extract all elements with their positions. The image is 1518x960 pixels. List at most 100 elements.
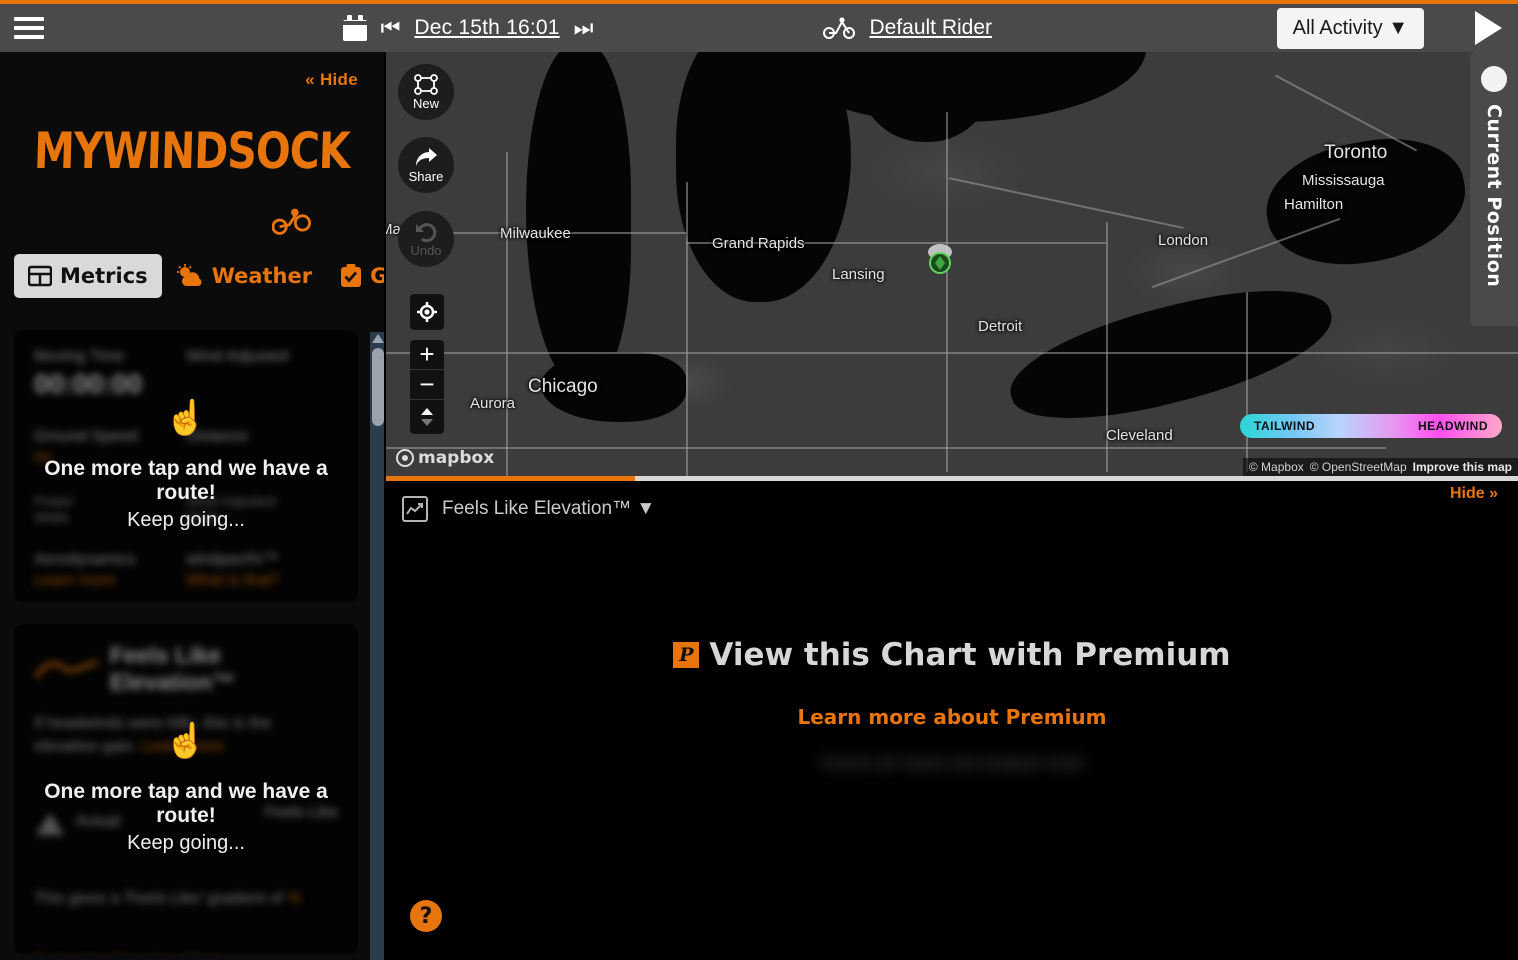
tab-guide-label: Guide xyxy=(370,264,384,288)
attr-improve-link[interactable]: Improve this map xyxy=(1413,460,1512,474)
calendar-icon[interactable] xyxy=(342,15,367,41)
attr-osm[interactable]: © OpenStreetMap xyxy=(1310,460,1407,474)
metrics-card-content: Moving Time 00:00:00 Wind Adjusted Groun… xyxy=(14,330,358,602)
wind-legend-tailwind: TAILWIND xyxy=(1254,419,1316,433)
gradient-unit: % xyxy=(287,890,302,908)
mapbox-logo-text: mapbox xyxy=(418,448,495,468)
elevation-card-content: Feels Like Elevation™ If headwinds were … xyxy=(14,624,358,954)
play-icon[interactable] xyxy=(1458,4,1518,52)
app-logo[interactable]: MYWINDSOCK xyxy=(0,122,384,235)
map-city-label: Chicago xyxy=(528,376,598,397)
premium-badge-icon: P xyxy=(673,642,700,668)
metrics-card-list: Moving Time 00:00:00 Wind Adjusted Groun… xyxy=(14,330,362,960)
chart-panel: Feels Like Elevation™ ▼ Hide » P View th… xyxy=(386,481,1518,960)
wind-adjusted-power-value: Watts xyxy=(186,509,222,525)
map-locate-button[interactable] xyxy=(410,294,444,330)
road-v2 xyxy=(686,182,688,476)
ground-speed-value: mi xyxy=(34,449,51,466)
new-route-icon xyxy=(414,74,438,95)
wind-adjusted-label: Wind Adjusted xyxy=(186,348,289,365)
activity-filter-dropdown[interactable]: All Activity ▼ xyxy=(1276,7,1424,49)
tab-weather-label: Weather xyxy=(211,264,313,288)
road-v5 xyxy=(1246,292,1248,472)
mapbox-logo[interactable]: mapbox xyxy=(396,448,494,468)
prev-time-button[interactable]: ⏮ xyxy=(381,17,401,39)
triangle-icon xyxy=(36,812,64,835)
windpact-what-is-that-link[interactable]: What is that? xyxy=(186,572,338,590)
route-start-marker[interactable] xyxy=(926,242,954,274)
power-value: Watts xyxy=(34,509,70,525)
power-label: Power xyxy=(34,493,74,509)
logo-bike-icon xyxy=(272,208,312,235)
hamburger-menu-icon[interactable] xyxy=(0,4,58,52)
app-root: ⏮ Dec 15th 16:01 ⏭ Default Rider All Act… xyxy=(0,0,1518,960)
attr-mapbox[interactable]: © Mapbox xyxy=(1249,460,1304,474)
map-compass-button[interactable] xyxy=(410,400,444,434)
premium-blurred-text: Unlock all charts and analysis tools xyxy=(819,753,1085,772)
current-position-tab[interactable]: Current Position xyxy=(1470,52,1518,326)
rider-name[interactable]: Default Rider xyxy=(869,16,992,40)
date-display[interactable]: Dec 15th 16:01 xyxy=(414,16,559,40)
map-share-label: Share xyxy=(408,169,444,184)
chart-type-selector[interactable]: Feels Like Elevation™ ▼ xyxy=(442,498,655,520)
tab-metrics-label: Metrics xyxy=(60,264,148,288)
line-chart-icon xyxy=(402,496,428,522)
road-h4 xyxy=(386,447,1386,449)
map-attribution: © Mapbox © OpenStreetMap Improve this ma… xyxy=(1242,458,1518,476)
map-new-route-button[interactable]: New xyxy=(398,64,454,120)
map-city-label: Aurora xyxy=(470,395,516,412)
map-zoom-in-button[interactable]: + xyxy=(410,339,444,370)
scroll-up-arrow-icon[interactable] xyxy=(372,334,384,344)
current-position-dot-icon xyxy=(1481,66,1507,92)
compass-icon xyxy=(421,408,433,426)
route-map[interactable]: Milwaukee Grand Rapids Lansing Chicago Auror… xyxy=(386,52,1518,476)
logo-text: MYWINDSOCK xyxy=(33,121,351,181)
chart-header: Feels Like Elevation™ ▼ Hide » xyxy=(386,481,1518,537)
date-navigator: ⏮ Dec 15th 16:01 ⏭ xyxy=(342,15,594,41)
road-v3 xyxy=(946,112,948,472)
premium-chart-title: P View this Chart with Premium xyxy=(673,637,1231,673)
table-icon xyxy=(28,265,52,287)
map-undo-label: Undo xyxy=(410,243,442,258)
elevation-chart-link[interactable]: Feels Like Elevation Chart xyxy=(34,953,338,954)
aerodynamics-learn-more-link[interactable]: Learn more xyxy=(34,572,186,590)
map-zoom-out-button[interactable]: − xyxy=(410,369,444,400)
map-city-label: Cleveland xyxy=(1106,427,1173,444)
bicycle-icon xyxy=(823,17,856,39)
tab-metrics[interactable]: Metrics xyxy=(14,254,162,298)
sidebar-scrollbar[interactable] xyxy=(370,332,384,960)
rider-selector[interactable]: Default Rider xyxy=(823,16,992,40)
road-v1 xyxy=(506,152,508,476)
gradient-text: This gives a 'Feels Like' gradient of xyxy=(34,890,283,908)
ground-speed-label: Ground Speed xyxy=(34,428,139,445)
map-share-button[interactable]: Share xyxy=(398,137,454,193)
map-undo-button[interactable]: Undo xyxy=(398,211,454,267)
tab-weather[interactable]: Weather xyxy=(162,254,326,298)
chart-hide-button[interactable]: Hide » xyxy=(1450,485,1498,503)
map-city-label: London xyxy=(1158,232,1209,249)
left-sidebar: « Hide MYWINDSOCK Metrics Weather G Movi… xyxy=(0,52,384,960)
tab-guide[interactable]: Guide 1 xyxy=(326,254,384,298)
next-time-button[interactable]: ⏭ xyxy=(574,17,594,39)
premium-learn-more-link[interactable]: Learn more about Premium xyxy=(797,705,1106,729)
wind-legend-headwind: HEADWIND xyxy=(1418,419,1488,433)
sidebar-hide-button[interactable]: « Hide xyxy=(305,70,358,90)
distance-label: Distance xyxy=(186,428,249,445)
feels-like-elevation-label: Feels Like xyxy=(265,804,338,822)
feels-like-elevation-card[interactable]: Feels Like Elevation™ If headwinds were … xyxy=(14,624,358,954)
scrollbar-thumb[interactable] xyxy=(372,348,384,426)
moving-time-label: Moving Time xyxy=(34,348,125,365)
metrics-summary-card[interactable]: Moving Time 00:00:00 Wind Adjusted Groun… xyxy=(14,330,358,602)
elevation-learn-more-link[interactable]: Learn more xyxy=(142,738,224,755)
map-new-label: New xyxy=(412,96,439,111)
map-city-label: Detroit xyxy=(978,318,1023,335)
help-icon[interactable]: ? xyxy=(410,900,442,932)
sidebar-tabs: Metrics Weather G xyxy=(14,252,384,300)
lake-michigan xyxy=(526,52,631,387)
map-city-label: Mississauga xyxy=(1302,172,1385,189)
windpact-label: windpact%™ xyxy=(186,551,280,568)
wind-adjusted-power-label: Wind Adjusted xyxy=(186,493,276,509)
share-icon xyxy=(416,148,437,166)
road-h1 xyxy=(386,352,1518,354)
top-bar: ⏮ Dec 15th 16:01 ⏭ Default Rider All Act… xyxy=(0,4,1518,52)
